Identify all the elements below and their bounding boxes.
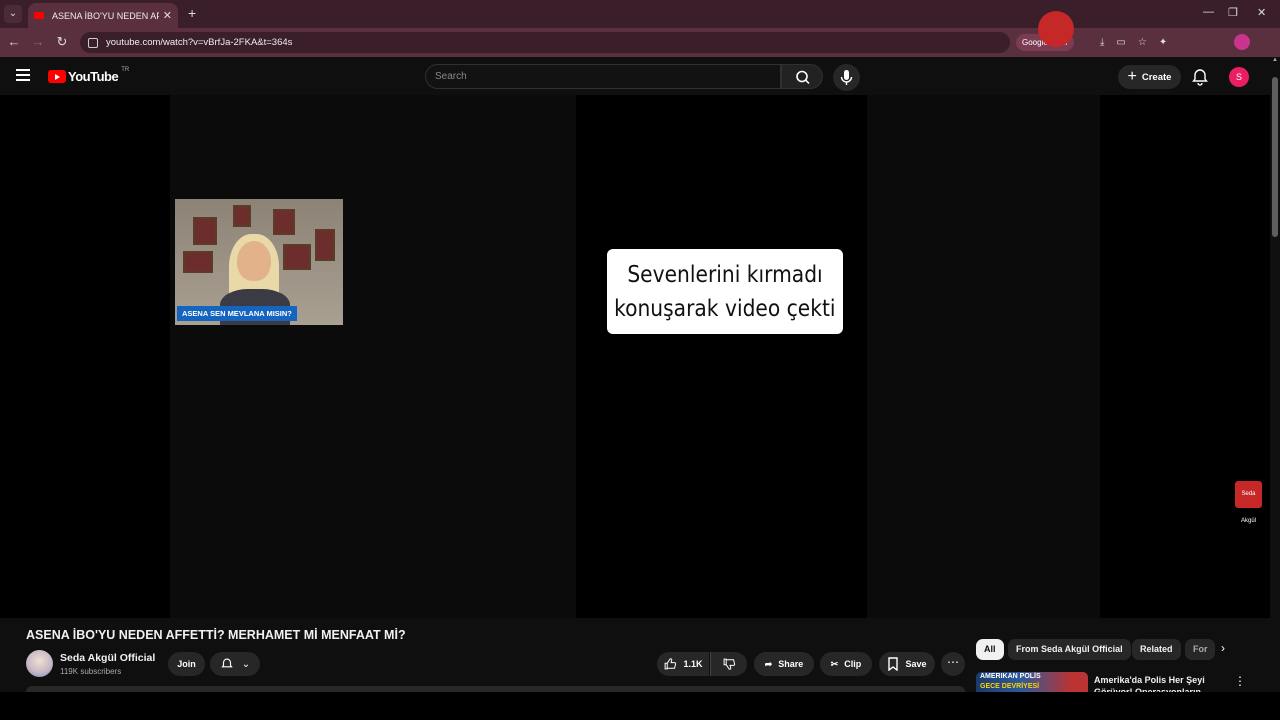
subscription-bell-button[interactable]: ⌄ [210,652,260,676]
share-arrow-icon: ➦ [764,658,773,669]
channel-avatar[interactable] [26,650,53,677]
restore-icon[interactable]: ❐ [1228,6,1238,19]
minimize-icon[interactable]: — [1203,6,1214,18]
clip-label: Clip [844,659,862,669]
url-text: youtube.com/watch?v=vBrfJa-2FKA&t=364s [106,37,293,48]
bookmark-star-icon[interactable]: ☆ [1138,37,1147,48]
extension-icons: ⤓ ▭ ☆ ✦ [1100,37,1167,48]
forward-button[interactable]: → [30,34,46,49]
video-left-panel [170,95,576,618]
recommendation-thumbnail[interactable]: AMERIKAN POLİS GECE DEVRİYESİ [976,672,1088,694]
recommendation-title[interactable]: Amerika'da Polis Her Şeyi Görüyor! Opera… [1094,674,1226,694]
search-icon [796,70,810,85]
clip-button[interactable]: ✂ Clip [820,652,872,676]
plus-icon: + [1127,68,1137,85]
logo-wordmark: YouTube [68,69,119,84]
tab-title: ASENA İBO'YU NEDEN AFFETTİ? MERHAMET Mİ … [52,10,159,21]
overlay-line-1: Sevenlerini kırmadı [627,261,823,288]
cast-icon[interactable]: ▭ [1116,37,1125,48]
back-button[interactable]: ← [6,34,22,49]
site-info-icon[interactable] [88,37,98,48]
bookmark-icon [888,657,899,671]
overlay-line-2: konuşarak video çekti [614,295,836,322]
chip-for-you[interactable]: For [1185,639,1215,660]
notifications-button[interactable] [1190,67,1210,87]
close-window-icon[interactable]: ✕ [1257,6,1266,19]
browser-profile-avatar[interactable] [1234,34,1250,50]
save-label: Save [905,659,927,669]
scissors-icon: ✂ [830,658,839,669]
browser-tab-bar: ⌄ ASENA İBO'YU NEDEN AFFETTİ? MERHAMET M… [0,0,1280,28]
create-label: Create [1141,71,1172,83]
youtube-favicon-icon [34,12,44,19]
recommendation-menu-icon[interactable]: ⋮ [1234,674,1246,688]
browser-tab[interactable]: ASENA İBO'YU NEDEN AFFETTİ? MERHAMET Mİ … [28,3,178,28]
os-taskbar [0,692,1280,720]
youtube-logo[interactable]: YouTube TR [48,66,130,84]
scrollbar-thumb[interactable] [1272,77,1278,237]
chip-related[interactable]: Related [1132,639,1181,660]
region-code: TR [121,66,130,73]
share-label: Share [778,659,804,669]
share-button[interactable]: ➦ Share [754,652,814,676]
thumbs-down-icon [723,658,736,670]
tab-search-button[interactable]: ⌄ [4,5,22,23]
video-center-panel [576,98,867,615]
youtube-play-icon [48,70,66,83]
inset-video-frame: ASENA SEN MEVLANA MISIN? [175,199,343,325]
search-input[interactable]: Search [425,64,781,89]
thumbs-up-icon [665,658,677,670]
search-button[interactable] [781,64,823,89]
address-bar[interactable]: youtube.com/watch?v=vBrfJa-2FKA&t=364s [80,32,1010,53]
video-player[interactable] [0,95,1270,618]
subscriber-count: 119K subscribers [60,667,122,676]
voice-search-button[interactable] [833,64,860,91]
chevron-down-icon: ⌄ [241,658,251,670]
page-scrollbar[interactable]: ▲ [1270,57,1280,700]
channel-watermark-icon[interactable]: Seda Akgül [1235,481,1262,524]
hamburger-menu-icon[interactable] [16,69,30,81]
new-tab-button[interactable]: + [188,5,196,21]
video-right-panel [867,95,1100,618]
more-actions-button[interactable]: ⋯ [941,652,965,676]
microphone-icon [840,70,853,85]
youtube-header: YouTube TR Search + Create S [0,57,1270,95]
video-text-overlay: Sevenlerini kırmadı konuşarak video çekt… [607,249,843,334]
reload-button[interactable]: ↻ [54,34,70,50]
browser-toolbar: ← → ↻ youtube.com/watch?v=vBrfJa-2FKA&t=… [0,28,1280,57]
google-lens-button[interactable]: Google'a Sor [1016,34,1075,51]
chevron-right-icon[interactable]: › [1221,641,1225,655]
tab-close-icon[interactable]: ✕ [163,9,172,22]
bell-icon [221,658,233,668]
chip-from-channel[interactable]: From Seda Akgül Official [1008,639,1131,660]
like-button[interactable]: 1.1K [657,652,709,676]
channel-name[interactable]: Seda Akgül Official [60,652,155,664]
join-button[interactable]: Join [168,652,205,676]
like-count: 1.1K [683,659,703,669]
scroll-up-icon[interactable]: ▲ [1270,57,1280,63]
save-button[interactable]: Save [879,652,935,676]
bell-icon [1192,69,1208,86]
create-button[interactable]: + Create [1118,65,1181,89]
dislike-button[interactable] [710,652,747,676]
speaker-face [237,241,271,281]
extensions-puzzle-icon[interactable]: ✦ [1159,37,1167,48]
download-icon[interactable]: ⤓ [1100,37,1104,48]
chip-all[interactable]: All [976,639,1004,660]
inset-caption: ASENA SEN MEVLANA MISIN? [177,306,297,321]
video-title: ASENA İBO'YU NEDEN AFFETTİ? MERHAMET Mİ … [26,628,406,642]
account-avatar[interactable]: S [1229,67,1249,87]
